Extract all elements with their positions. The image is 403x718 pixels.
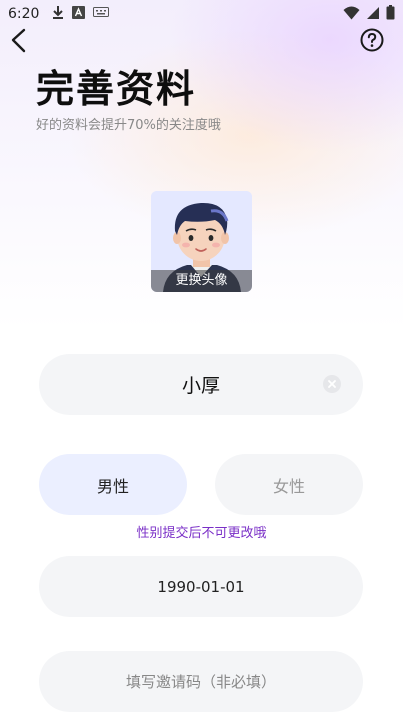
- birthday-field[interactable]: 1990-01-01: [39, 556, 363, 617]
- download-icon: [53, 6, 63, 19]
- wifi-icon: [343, 6, 360, 19]
- status-right-icons: [343, 5, 395, 20]
- avatar-picker[interactable]: 更换头像: [151, 191, 252, 292]
- status-time: 6:20: [8, 6, 40, 22]
- signal-icon: [367, 6, 379, 19]
- clear-nickname-button[interactable]: [323, 375, 341, 393]
- gender-male-label: 男性: [96, 476, 129, 496]
- page-subtitle: 好的资料会提升70%的关注度哦: [36, 118, 221, 133]
- invite-code-placeholder: 填写邀请码（非必填）: [125, 673, 276, 691]
- back-button[interactable]: [8, 27, 32, 55]
- birthday-value: 1990-01-01: [157, 577, 245, 596]
- chevron-left-icon: [11, 28, 26, 53]
- keyboard-icon: [93, 7, 109, 17]
- close-icon: [328, 380, 336, 388]
- nickname-field[interactable]: 小厚: [39, 354, 363, 415]
- invite-code-field[interactable]: 填写邀请码（非必填）: [39, 651, 363, 712]
- gender-male-button[interactable]: 男性: [39, 454, 187, 515]
- help-button[interactable]: [360, 28, 384, 52]
- status-bar: 6:20: [0, 0, 403, 28]
- gender-note: 性别提交后不可更改哦: [136, 526, 267, 541]
- a-icon: [72, 5, 85, 19]
- change-avatar-label: 更换头像: [151, 270, 252, 292]
- gender-female-button[interactable]: 女性: [215, 454, 363, 515]
- gender-female-label: 女性: [272, 476, 305, 496]
- help-icon: [360, 28, 384, 52]
- battery-icon: [386, 5, 395, 20]
- page-title: 完善资料: [36, 67, 197, 111]
- status-left-icons: [52, 5, 109, 19]
- nickname-value: 小厚: [181, 375, 220, 397]
